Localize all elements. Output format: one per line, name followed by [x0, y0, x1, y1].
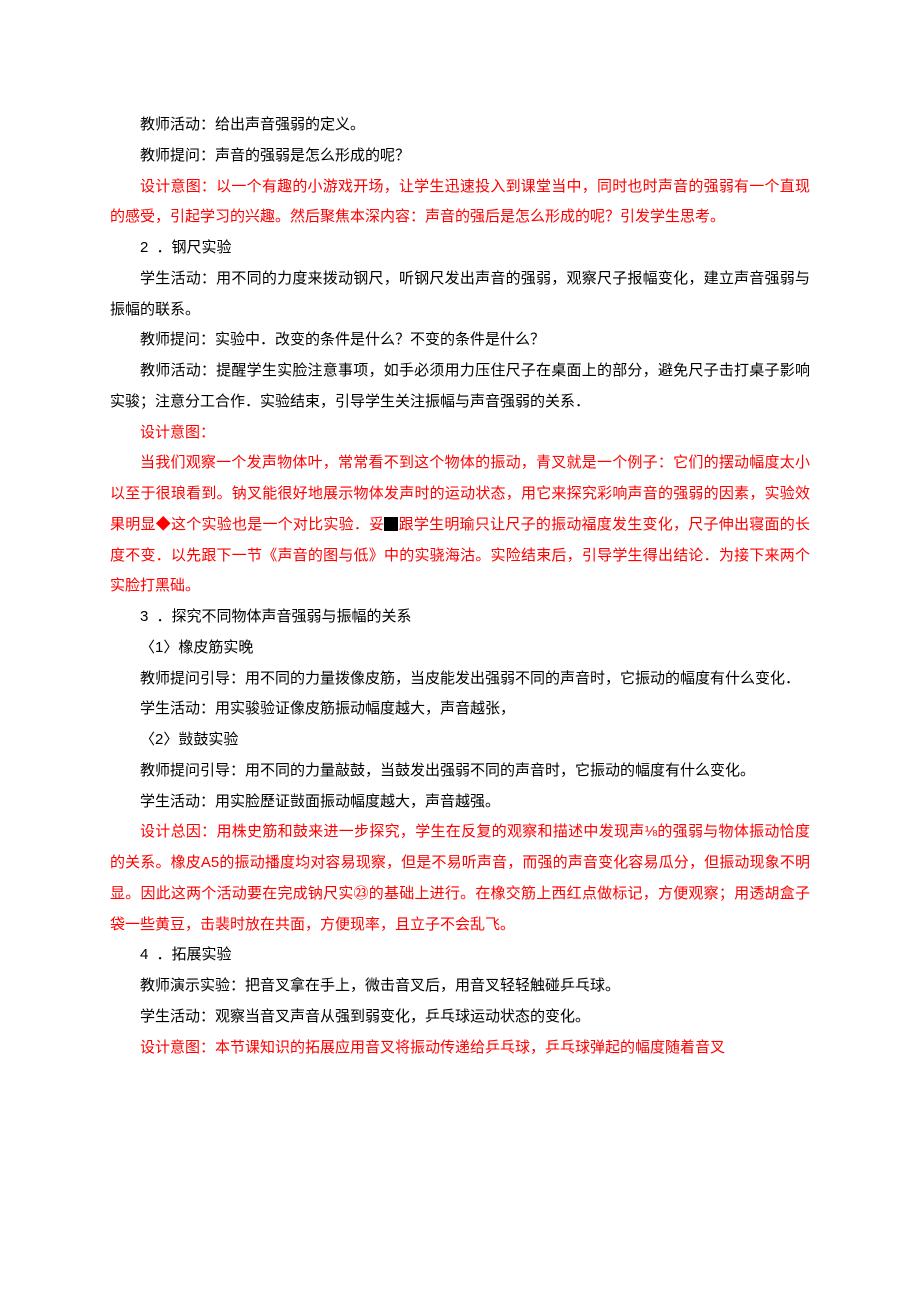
- paragraph: 教师演示实验：把音叉拿在手上，微击音叉后，用音叉轻轻触碰乒乓球。: [110, 971, 810, 1002]
- black-square-icon: [384, 517, 398, 531]
- fraction: ⅛: [645, 823, 658, 840]
- section-title: ．探究不同物体声音强弱与振幅的关系: [157, 609, 412, 625]
- subsection-number: 〈2〉: [140, 731, 178, 748]
- subsection-heading-2: 〈2〉敱鼓实验: [110, 725, 810, 756]
- subsection-number: 〈1〉: [140, 639, 178, 656]
- paragraph: 学生活动：用不同的力度来拨动钢尺，听钢尺发出声音的强弱，观察尺子报幅变化，建立声…: [110, 264, 810, 326]
- design-intent: 设计总因：用株史筋和鼓来进一步探究，学生在反复的观察和描述中发现声⅛的强弱与物体…: [110, 817, 810, 940]
- section-number: 2: [140, 233, 157, 264]
- design-intent: 当我们观察一个发声物体叶，常常看不到这个物体的振动，青叉就是一个例子：它们的摆动…: [110, 448, 810, 602]
- section-number: 4: [140, 940, 157, 971]
- section-heading-2: 2．钢尺实验: [110, 233, 810, 264]
- section-title: ．拓展实验: [157, 947, 232, 963]
- section-number: 3: [140, 602, 157, 633]
- paragraph: 教师提问引导：用不同的力量拨像皮筋，当皮能发出强弱不同的声音时，它振动的幅度有什…: [110, 664, 810, 695]
- section-heading-3: 3．探究不同物体声音强弱与振幅的关系: [110, 602, 810, 633]
- document-page: 教师活动：给出声音强弱的定义。 教师提问：声音的强弱是怎么形成的呢？ 设计意图：…: [0, 0, 920, 1301]
- paragraph: 教师活动：提醒学生实脸注意事项，如手必须用力压住尺子在桌面上的部分，避免尺子击打…: [110, 356, 810, 418]
- paragraph: 教师提问引导：用不同的力量敲鼓，当鼓发出强弱不同的声音时，它振动的幅度有什么变化…: [110, 756, 810, 787]
- paragraph: 教师提问：声音的强弱是怎么形成的呢？: [110, 141, 810, 172]
- subsection-heading-1: 〈1〉橡皮筋实晚: [110, 633, 810, 664]
- design-intent: 设计意图：本节课知识的拓展应用音叉将振动传递给乒乓球，乒乓球弹起的幅度随着音叉: [110, 1033, 810, 1064]
- paragraph: 教师提问：实验中．改变的条件是什么？不变的条件是什么？: [110, 325, 810, 356]
- paragraph: 教师活动：给出声音强弱的定义。: [110, 110, 810, 141]
- text-run: 设计总因：用株史筋和鼓来进一步探究，学生在反复的观察和描述中发现声: [140, 824, 645, 840]
- paragraph: 学生活动：用实脸歷证敱面振动幅度越大，声音越强。: [110, 787, 810, 818]
- section-title: ．钢尺实验: [157, 240, 232, 256]
- subsection-title: 敱鼓实验: [178, 732, 238, 748]
- subsection-title: 橡皮筋实晚: [178, 640, 253, 656]
- inline-code: A5: [201, 854, 219, 871]
- paragraph: 学生活动：观察当音叉声音从强到弱变化，乒乓球运动状态的变化。: [110, 1002, 810, 1033]
- section-heading-4: 4．拓展实验: [110, 940, 810, 971]
- design-intent-label: 设计意图：: [110, 418, 810, 449]
- paragraph: 学生活动：用实骏验证像皮筋振动幅度越大，声音越张，: [110, 694, 810, 725]
- design-intent: 设计意图：以一个有趣的小游戏开场，让学生迅速投入到课堂当中，同时也时声音的强弱有…: [110, 172, 810, 234]
